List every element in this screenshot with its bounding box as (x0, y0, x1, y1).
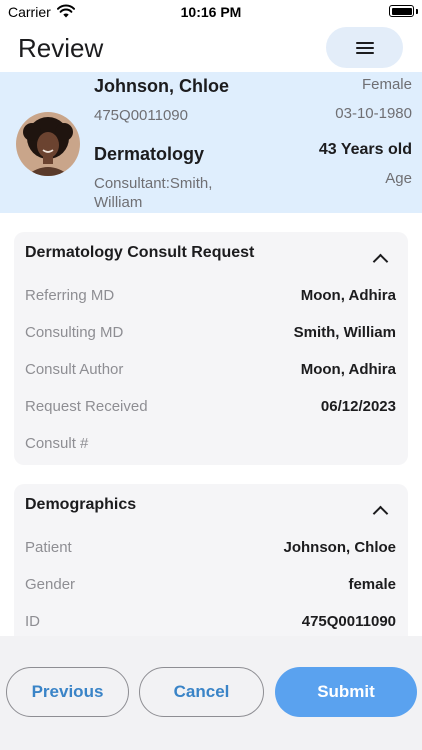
card-title: Dermatology Consult Request (25, 244, 255, 261)
chevron-up-icon[interactable] (372, 253, 389, 270)
cancel-button[interactable]: Cancel (139, 667, 264, 717)
detail-row: ID 475Q0011090 (25, 613, 396, 635)
previous-button[interactable]: Previous (6, 667, 129, 717)
battery-tip (416, 9, 418, 14)
patient-gender: Female (361, 76, 412, 93)
patient-dob: 03-10-1980 (335, 105, 412, 122)
row-value: Moon, Adhira (300, 287, 396, 304)
card-title: Demographics (25, 496, 137, 513)
detail-row: Patient Johnson, Chloe (25, 539, 396, 561)
detail-row: Consult Author Moon, Adhira (25, 361, 396, 383)
row-value: Johnson, Chloe (283, 539, 397, 556)
row-label: Gender (25, 576, 76, 593)
menu-button[interactable] (326, 27, 403, 68)
row-label: Consult # (25, 435, 89, 452)
chevron-up-icon[interactable] (372, 505, 389, 522)
submit-button[interactable]: Submit (275, 667, 417, 717)
detail-row: Consult # (25, 435, 396, 457)
row-value: 06/12/2023 (320, 398, 396, 415)
row-value: Smith, William (293, 324, 396, 341)
detail-row: Request Received 06/12/2023 (25, 398, 396, 420)
row-value: 475Q0011090 (301, 613, 396, 630)
patient-age: 43 Years old (318, 141, 412, 158)
row-label: Consult Author (25, 361, 124, 378)
department: Dermatology (94, 144, 205, 164)
row-label: ID (25, 613, 40, 630)
detail-row: Referring MD Moon, Adhira (25, 287, 396, 309)
battery-icon (389, 5, 414, 17)
detail-row: Gender female (25, 576, 396, 598)
row-value: Moon, Adhira (300, 361, 396, 378)
age-label: Age (385, 170, 412, 187)
patient-banner: Johnson, Chloe 475Q0011090 Dermatology C… (0, 72, 422, 213)
row-label: Consulting MD (25, 324, 124, 341)
page-title: Review (18, 33, 104, 63)
avatar (16, 112, 80, 176)
status-bar: Carrier 10:16 PM (0, 0, 422, 24)
row-label: Patient (25, 539, 72, 556)
row-label: Request Received (25, 398, 148, 415)
clock: 10:16 PM (180, 4, 242, 20)
consult-request-card: Dermatology Consult Request Referring MD… (14, 232, 408, 465)
consultant-name: Consultant:Smith, William (94, 175, 213, 211)
patient-name: Johnson, Chloe (94, 76, 229, 96)
row-label: Referring MD (25, 287, 115, 304)
patient-mrn: 475Q0011090 (94, 107, 188, 124)
action-footer: Previous Cancel Submit (0, 636, 422, 750)
hamburger-icon (355, 41, 374, 54)
detail-row: Consulting MD Smith, William (25, 324, 396, 346)
row-value: female (348, 576, 396, 593)
